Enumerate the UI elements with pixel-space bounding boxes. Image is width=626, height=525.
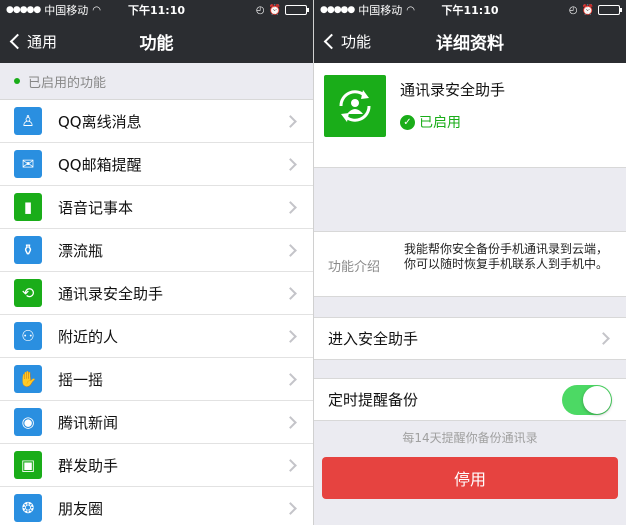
feature-label: 漂流瓶 — [58, 241, 104, 260]
people-nearby-icon: ⚇ — [14, 322, 42, 350]
chevron-right-icon — [284, 372, 297, 386]
feature-label: 语音记事本 — [58, 198, 134, 217]
chevron-left-icon — [323, 33, 340, 50]
feature-item[interactable]: ⟲ 通讯录安全助手 — [0, 272, 313, 315]
battery-icon — [285, 5, 309, 15]
app-card: 通讯录安全助手 ✓ 已启用 — [314, 63, 626, 168]
enter-assistant-label: 进入安全助手 — [328, 330, 419, 348]
disable-button[interactable]: 停用 — [322, 457, 618, 499]
chevron-right-icon — [597, 332, 610, 345]
chevron-right-icon — [284, 458, 297, 472]
chevron-right-icon — [284, 415, 297, 429]
status-bar: ●●●●● 中国移动 ◠ 下午11:10 ◴ ⏰ — [314, 0, 626, 20]
toggle-knob — [583, 385, 611, 414]
back-button[interactable]: 功能 — [322, 20, 371, 63]
lock-rotation-icon: ◴ — [255, 4, 265, 16]
drift-bottle-icon: ⚱ — [14, 236, 42, 264]
enter-assistant-row[interactable]: 进入安全助手 — [314, 317, 626, 360]
feature-label: 朋友圈 — [58, 499, 104, 518]
feature-list: ♙ QQ离线消息 ✉ QQ邮箱提醒 ▮ 语音记事本 ⚱ 漂流瓶 ⟲ 通讯录安全助手 ⚇ 附近的人 ✋ 摇一… — [0, 99, 313, 525]
tencent-news-icon: ◉ — [14, 408, 42, 436]
section-header: 已启用的功能 — [0, 63, 313, 99]
contacts-sync-icon: ⟲ — [14, 279, 42, 307]
feature-label: QQ邮箱提醒 — [58, 155, 142, 174]
feature-item[interactable]: ⚱ 漂流瓶 — [0, 229, 313, 272]
qq-penguin-icon: ♙ — [14, 107, 42, 135]
app-name: 通讯录安全助手 — [400, 81, 506, 99]
lock-rotation-icon: ◴ — [568, 4, 578, 16]
carrier-label: 中国移动 — [358, 4, 403, 17]
chevron-right-icon — [284, 286, 297, 300]
chevron-right-icon — [284, 200, 297, 214]
back-label: 通用 — [27, 33, 58, 51]
feature-item[interactable]: ▮ 语音记事本 — [0, 186, 313, 229]
intro-section: 功能介绍 我能帮你安全备份手机通讯录到云端，你可以随时恢复手机联系人到手机中。 — [314, 231, 626, 297]
reminder-row: 定时提醒备份 — [314, 378, 626, 421]
reminder-label: 定时提醒备份 — [328, 391, 419, 409]
chevron-right-icon — [284, 114, 297, 128]
status-badge: ✓ 已启用 — [400, 112, 505, 132]
contacts-sync-icon — [324, 75, 386, 137]
mass-message-icon: ▣ — [14, 451, 42, 479]
chevron-right-icon — [284, 243, 297, 257]
signal-strength-icon: ●●●●● — [6, 5, 41, 15]
feature-item[interactable]: ✋ 摇一摇 — [0, 358, 313, 401]
feature-label: 附近的人 — [58, 327, 119, 346]
feature-item[interactable]: ✉ QQ邮箱提醒 — [0, 143, 313, 186]
page-title: 详细资料 — [436, 34, 504, 54]
feature-label: 群发助手 — [58, 456, 119, 475]
battery-icon — [598, 5, 622, 15]
reminder-hint: 每14天提醒你备份通讯录 — [402, 431, 538, 445]
feature-label: 通讯录安全助手 — [58, 284, 164, 303]
enabled-dot-icon — [14, 78, 20, 84]
reminder-toggle[interactable] — [562, 384, 612, 415]
section-header-label: 已启用的功能 — [28, 75, 107, 91]
intro-text: 我能帮你安全备份手机通讯录到云端，你可以随时恢复手机联系人到手机中。 — [404, 242, 609, 271]
feature-item[interactable]: ⚇ 附近的人 — [0, 315, 313, 358]
details-screen: ●●●●● 中国移动 ◠ 下午11:10 ◴ ⏰ 功能 详细资料 通讯录安全助手… — [313, 0, 626, 525]
check-circle-icon: ✓ — [400, 114, 415, 130]
feature-item[interactable]: ◉ 腾讯新闻 — [0, 401, 313, 444]
carrier-label: 中国移动 — [44, 4, 89, 17]
feature-label: 腾讯新闻 — [58, 413, 119, 432]
chevron-left-icon — [9, 33, 26, 50]
wifi-icon: ◠ — [92, 4, 101, 16]
intro-label: 功能介绍 — [328, 260, 381, 275]
back-button[interactable]: 通用 — [8, 20, 57, 63]
chevron-right-icon — [284, 157, 297, 171]
nav-bar: 通用 功能 — [0, 20, 313, 63]
status-bar: ●●●●● 中国移动 ◠ 下午11:10 ◴ ⏰ — [0, 0, 313, 20]
alarm-icon: ⏰ — [581, 4, 594, 16]
moments-aperture-icon: ❂ — [14, 494, 42, 522]
back-label: 功能 — [341, 33, 372, 51]
status-label: 已启用 — [419, 115, 461, 131]
features-screen: ●●●●● 中国移动 ◠ 下午11:10 ◴ ⏰ 通用 功能 已启用的功能 ♙ Q… — [0, 0, 313, 525]
wifi-icon: ◠ — [406, 4, 415, 16]
signal-strength-icon: ●●●●● — [320, 5, 355, 15]
alarm-icon: ⏰ — [268, 4, 281, 16]
nav-bar: 功能 详细资料 — [314, 20, 626, 63]
chevron-right-icon — [284, 501, 297, 515]
chevron-right-icon — [284, 329, 297, 343]
feature-label: 摇一摇 — [58, 370, 104, 389]
mail-envelope-icon: ✉ — [14, 150, 42, 178]
feature-label: QQ离线消息 — [58, 112, 142, 131]
feature-item[interactable]: ♙ QQ离线消息 — [0, 100, 313, 143]
page-title: 功能 — [139, 34, 174, 54]
feature-item[interactable]: ❂ 朋友圈 — [0, 487, 313, 525]
shake-hand-icon: ✋ — [14, 365, 42, 393]
feature-item[interactable]: ▣ 群发助手 — [0, 444, 313, 487]
voice-notepad-icon: ▮ — [14, 193, 42, 221]
